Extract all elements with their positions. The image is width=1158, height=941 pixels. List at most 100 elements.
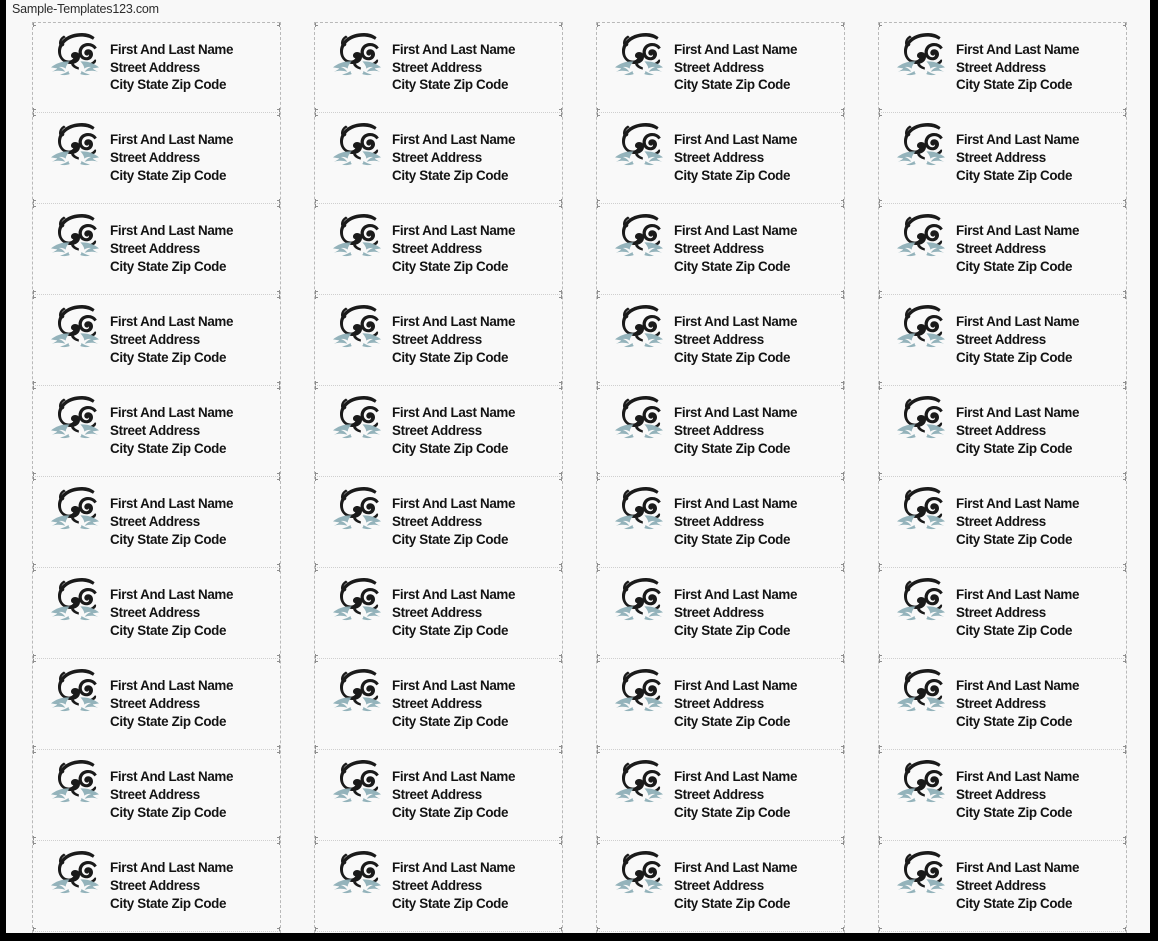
crop-tick xyxy=(843,750,844,754)
crop-tick xyxy=(879,23,880,27)
address-label[interactable]: First And Last Name Street Address City St… xyxy=(315,295,562,386)
site-watermark: Sample-Templates123.com xyxy=(12,2,159,16)
label-column-1: First And Last Name Street Address City St… xyxy=(32,22,281,933)
address-block: First And Last Name Street Address City St… xyxy=(392,313,562,367)
address-block: First And Last Name Street Address City St… xyxy=(674,859,844,913)
decorative-flourish-ornament xyxy=(897,487,945,530)
address-label[interactable]: First And Last Name Street Address City St… xyxy=(315,113,562,204)
address-line-street: Street Address xyxy=(110,696,200,712)
address-label[interactable]: First And Last Name Street Address City St… xyxy=(33,841,280,932)
address-label[interactable]: First And Last Name Street Address City St… xyxy=(597,386,844,477)
decorative-flourish-ornament xyxy=(51,760,99,803)
address-label[interactable]: First And Last Name Street Address City St… xyxy=(315,568,562,659)
address-line-name: First And Last Name xyxy=(392,41,516,57)
address-label[interactable]: First And Last Name Street Address City St… xyxy=(597,204,844,295)
address-label[interactable]: First And Last Name Street Address City St… xyxy=(597,841,844,932)
address-block: First And Last Name Street Address City St… xyxy=(392,495,562,549)
address-block: First And Last Name Street Address City St… xyxy=(110,41,280,95)
address-line-street: Street Address xyxy=(110,332,200,348)
crop-tick xyxy=(597,204,598,208)
crop-tick xyxy=(315,750,316,754)
address-label[interactable]: First And Last Name Street Address City St… xyxy=(879,204,1126,295)
address-label[interactable]: First And Last Name Street Address City St… xyxy=(879,568,1126,659)
address-label[interactable]: First And Last Name Street Address City St… xyxy=(315,477,562,568)
address-label[interactable]: First And Last Name Street Address City St… xyxy=(315,204,562,295)
address-line-name: First And Last Name xyxy=(674,496,798,512)
crop-tick xyxy=(279,841,280,845)
crop-tick xyxy=(879,659,880,663)
address-label[interactable]: First And Last Name Street Address City St… xyxy=(597,750,844,841)
crop-tick xyxy=(315,204,316,208)
decorative-flourish-ornament xyxy=(897,851,945,894)
address-label[interactable]: First And Last Name Street Address City St… xyxy=(33,750,280,841)
address-label[interactable]: First And Last Name Street Address City St… xyxy=(315,841,562,932)
decorative-flourish-ornament xyxy=(615,669,663,712)
address-line-city: City State Zip Code xyxy=(956,895,1073,911)
address-line-street: Street Address xyxy=(956,605,1046,621)
address-label[interactable]: First And Last Name Street Address City St… xyxy=(879,659,1126,750)
decorative-flourish-ornament xyxy=(897,760,945,803)
address-label[interactable]: First And Last Name Street Address City St… xyxy=(315,22,562,113)
address-label[interactable]: First And Last Name Street Address City St… xyxy=(315,750,562,841)
address-label[interactable]: First And Last Name Street Address City St… xyxy=(33,477,280,568)
address-label[interactable]: First And Last Name Street Address City St… xyxy=(315,659,562,750)
crop-tick xyxy=(879,750,880,754)
address-line-city: City State Zip Code xyxy=(392,895,509,911)
address-label[interactable]: First And Last Name Street Address City St… xyxy=(33,113,280,204)
address-line-street: Street Address xyxy=(956,696,1046,712)
label-sheet-canvas: Sample-Templates123.com First And Last N… xyxy=(6,0,1150,933)
address-block: First And Last Name Street Address City St… xyxy=(956,677,1126,731)
address-label[interactable]: First And Last Name Street Address City St… xyxy=(33,568,280,659)
address-label[interactable]: First And Last Name Street Address City St… xyxy=(879,386,1126,477)
address-line-city: City State Zip Code xyxy=(110,804,227,820)
address-block: First And Last Name Street Address City St… xyxy=(392,222,562,276)
address-label[interactable]: First And Last Name Street Address City St… xyxy=(33,204,280,295)
address-line-city: City State Zip Code xyxy=(956,258,1073,274)
address-line-name: First And Last Name xyxy=(956,587,1080,603)
address-line-street: Street Address xyxy=(956,150,1046,166)
address-line-city: City State Zip Code xyxy=(956,440,1073,456)
address-line-name: First And Last Name xyxy=(110,587,234,603)
address-label[interactable]: First And Last Name Street Address City St… xyxy=(879,841,1126,932)
address-line-city: City State Zip Code xyxy=(110,895,227,911)
crop-tick xyxy=(33,23,34,27)
address-label[interactable]: First And Last Name Street Address City St… xyxy=(597,113,844,204)
address-line-name: First And Last Name xyxy=(956,41,1080,57)
address-line-street: Street Address xyxy=(110,241,200,257)
address-line-street: Street Address xyxy=(392,696,482,712)
address-line-name: First And Last Name xyxy=(392,587,516,603)
address-label[interactable]: First And Last Name Street Address City St… xyxy=(597,659,844,750)
address-label[interactable]: First And Last Name Street Address City St… xyxy=(33,22,280,113)
address-line-city: City State Zip Code xyxy=(110,622,227,638)
address-label[interactable]: First And Last Name Street Address City St… xyxy=(879,113,1126,204)
address-label[interactable]: First And Last Name Street Address City St… xyxy=(597,22,844,113)
address-label[interactable]: First And Last Name Street Address City St… xyxy=(879,295,1126,386)
address-label[interactable]: First And Last Name Street Address City St… xyxy=(33,295,280,386)
address-line-city: City State Zip Code xyxy=(956,531,1073,547)
address-label[interactable]: First And Last Name Street Address City St… xyxy=(315,386,562,477)
decorative-flourish-ornament xyxy=(51,123,99,166)
address-label[interactable]: First And Last Name Street Address City St… xyxy=(33,659,280,750)
address-label[interactable]: First And Last Name Street Address City St… xyxy=(879,750,1126,841)
decorative-flourish-ornament xyxy=(615,123,663,166)
decorative-flourish-ornament xyxy=(51,578,99,621)
address-label[interactable]: First And Last Name Street Address City St… xyxy=(597,568,844,659)
printable-label-sheet-page: Sample-Templates123.com First And Last N… xyxy=(0,0,1158,941)
crop-tick xyxy=(1125,204,1126,208)
address-line-street: Street Address xyxy=(956,59,1046,75)
crop-tick xyxy=(843,477,844,481)
label-column-4: First And Last Name Street Address City St… xyxy=(878,22,1127,933)
address-line-name: First And Last Name xyxy=(956,860,1080,876)
address-line-street: Street Address xyxy=(392,787,482,803)
address-label[interactable]: First And Last Name Street Address City St… xyxy=(597,477,844,568)
address-label[interactable]: First And Last Name Street Address City St… xyxy=(33,386,280,477)
address-block: First And Last Name Street Address City St… xyxy=(110,677,280,731)
decorative-flourish-ornament xyxy=(51,487,99,530)
address-line-name: First And Last Name xyxy=(674,41,798,57)
address-block: First And Last Name Street Address City St… xyxy=(392,131,562,185)
address-label[interactable]: First And Last Name Street Address City St… xyxy=(879,22,1126,113)
address-label[interactable]: First And Last Name Street Address City St… xyxy=(597,295,844,386)
address-line-city: City State Zip Code xyxy=(674,77,791,93)
address-label[interactable]: First And Last Name Street Address City St… xyxy=(879,477,1126,568)
label-column-2: First And Last Name Street Address City St… xyxy=(314,22,563,933)
